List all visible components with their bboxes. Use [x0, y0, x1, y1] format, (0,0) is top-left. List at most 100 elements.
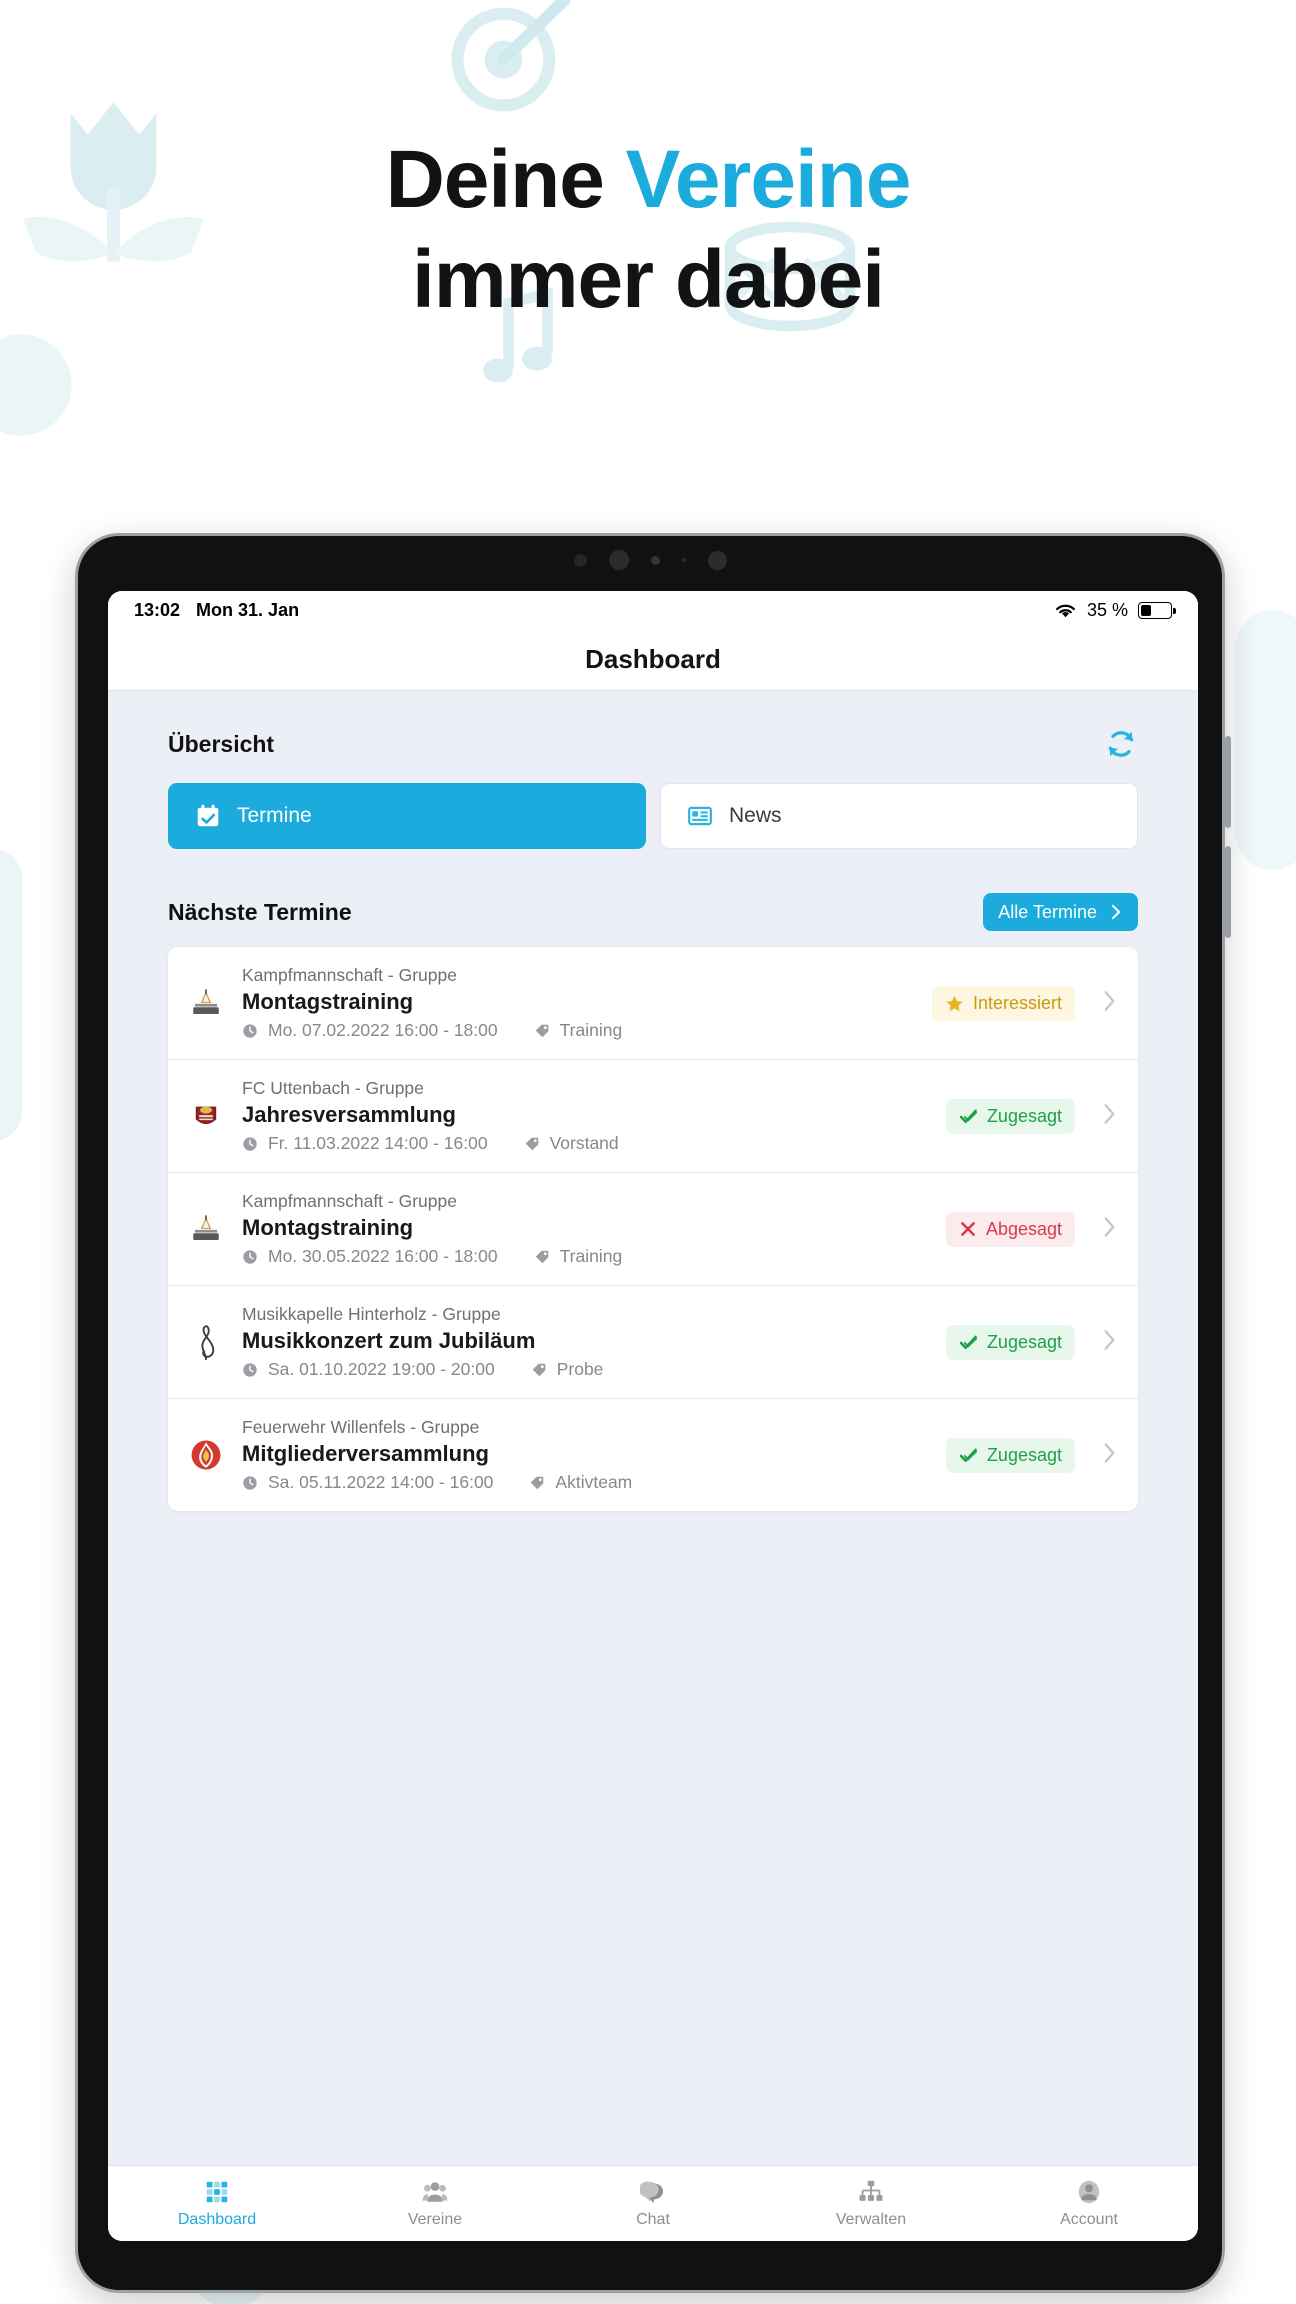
volume-down-button[interactable]	[1225, 846, 1231, 938]
tab-news[interactable]: News	[660, 783, 1138, 849]
grid-icon	[206, 2181, 228, 2202]
circle-icon	[1235, 610, 1296, 870]
calendar-icon	[197, 804, 219, 827]
table-row[interactable]: Musikkapelle Hinterholz - Gruppe Musikko…	[168, 1286, 1138, 1399]
check-icon	[959, 1448, 977, 1462]
sensor-dot-icon	[650, 555, 660, 565]
sensor-dot-icon	[573, 553, 587, 567]
wifi-icon	[1056, 604, 1075, 617]
people-icon	[422, 2181, 448, 2202]
clock-icon	[243, 1023, 257, 1038]
tag-icon	[532, 1363, 545, 1376]
event-datetime: Sa. 01.10.2022 19:00 - 20:00	[268, 1359, 495, 1379]
app-bar: Dashboard	[108, 629, 1198, 691]
status-bar: 13:02 Mon 31. Jan 35 %	[108, 591, 1198, 629]
chat-icon	[640, 2181, 663, 2203]
event-details: Kampfmannschaft - Gruppe Montagstraining…	[242, 965, 916, 1041]
chevron-right-icon[interactable]	[1103, 1329, 1116, 1355]
table-row[interactable]: Kampfmannschaft - Gruppe Montagstraining…	[168, 947, 1138, 1060]
tag-icon	[535, 1024, 548, 1037]
table-row[interactable]: Feuerwehr Willenfels - Gruppe Mitglieder…	[168, 1399, 1138, 1511]
hero-line-1-accent: Vereine	[625, 134, 912, 225]
event-tag: Training	[559, 1020, 623, 1040]
all-appointments-label: Alle Termine	[998, 901, 1097, 922]
status-badge[interactable]: Zugesagt	[945, 1098, 1075, 1134]
overview-header: Übersicht	[168, 727, 1138, 761]
status-label: Interessiert	[972, 992, 1062, 1013]
event-tag: Aktivteam	[555, 1472, 633, 1492]
hero-line-2: immer dabei	[411, 234, 885, 326]
nav-label: Account	[1060, 2210, 1118, 2228]
refresh-icon[interactable]	[1104, 727, 1138, 761]
chevron-right-icon[interactable]	[1103, 1216, 1116, 1242]
bottom-navigation: Dashboard Vereine Chat Verwalten Account	[108, 2165, 1198, 2241]
tab-termine[interactable]: Termine	[168, 783, 646, 849]
event-tag: Vorstand	[549, 1133, 619, 1153]
table-row[interactable]: Kampfmannschaft - Gruppe Montagstraining…	[168, 1173, 1138, 1286]
all-appointments-button[interactable]: Alle Termine	[983, 893, 1138, 931]
clock-icon	[243, 1249, 257, 1264]
cross-icon	[961, 1222, 975, 1236]
chevron-right-icon[interactable]	[1103, 1442, 1116, 1468]
next-appointments-header: Nächste Termine Alle Termine	[168, 893, 1138, 931]
event-list: Kampfmannschaft - Gruppe Montagstraining…	[168, 947, 1138, 1511]
tag-icon	[525, 1137, 538, 1150]
status-time: 13:02	[134, 599, 181, 620]
event-details: Musikkapelle Hinterholz - Gruppe Musikko…	[242, 1304, 930, 1380]
tab-news-label: News	[729, 804, 782, 827]
promo-page: Deine Vereine immer dabei 13:02 Mon 31. …	[0, 0, 1296, 2304]
tag-icon	[531, 1476, 544, 1489]
hero-line-1: Deine Vereine	[0, 130, 1296, 230]
camera-lens-icon	[707, 550, 727, 570]
tablet-camera-row	[78, 550, 1222, 570]
circle-icon	[0, 849, 23, 1141]
nav-item-verwalten[interactable]: Verwalten	[762, 2166, 980, 2241]
fire-flame-icon	[186, 1435, 226, 1475]
event-group: FC Uttenbach - Gruppe	[242, 1078, 424, 1098]
status-indicators: 35 %	[1054, 599, 1176, 621]
nav-item-account[interactable]: Account	[980, 2166, 1198, 2241]
status-label: Zugesagt	[986, 1105, 1062, 1126]
nav-item-vereine[interactable]: Vereine	[326, 2166, 544, 2241]
status-label: Abgesagt	[985, 1218, 1062, 1239]
event-title: Montagstraining	[242, 1215, 414, 1240]
status-badge[interactable]: Interessiert	[931, 985, 1075, 1021]
circle-icon	[0, 334, 72, 436]
table-row[interactable]: FC Uttenbach - Gruppe Jahresversammlung …	[168, 1060, 1138, 1173]
event-title: Jahresversammlung	[242, 1102, 456, 1127]
overview-title: Übersicht	[168, 730, 275, 757]
dashboard-content: Übersicht Termine News Nächste Termine A…	[108, 691, 1198, 2165]
football-crest-icon	[186, 1096, 226, 1136]
chevron-right-icon[interactable]	[1103, 990, 1116, 1016]
event-details: Feuerwehr Willenfels - Gruppe Mitglieder…	[242, 1417, 930, 1493]
nav-label: Chat	[636, 2210, 670, 2228]
event-datetime: Fr. 11.03.2022 14:00 - 16:00	[268, 1133, 488, 1153]
nav-label: Vereine	[407, 2210, 463, 2228]
nav-item-dashboard[interactable]: Dashboard	[108, 2166, 326, 2241]
hero-line-1-pre: Deine	[385, 134, 626, 225]
chevron-right-icon[interactable]	[1103, 1103, 1116, 1129]
clock-icon	[243, 1475, 257, 1490]
battery-percent: 35 %	[1086, 599, 1128, 620]
sensor-dot-icon	[681, 558, 686, 562]
star-icon	[946, 995, 963, 1011]
event-group: Musikkapelle Hinterholz - Gruppe	[242, 1304, 501, 1324]
event-meta: Sa. 01.10.2022 19:00 - 20:00 Probe	[242, 1359, 930, 1380]
nav-label: Dashboard	[177, 2210, 257, 2228]
status-label: Zugesagt	[986, 1444, 1062, 1465]
account-icon	[1078, 2180, 1100, 2203]
club-crest-icon	[186, 983, 226, 1023]
event-meta: Mo. 30.05.2022 16:00 - 18:00 Training	[242, 1246, 930, 1267]
event-details: FC Uttenbach - Gruppe Jahresversammlung …	[242, 1078, 930, 1154]
volume-up-button[interactable]	[1225, 736, 1231, 828]
nav-item-chat[interactable]: Chat	[544, 2166, 762, 2241]
camera-lens-icon	[608, 550, 629, 570]
next-appointments-title: Nächste Termine	[168, 898, 352, 925]
check-icon	[959, 1335, 977, 1349]
status-badge[interactable]: Zugesagt	[945, 1324, 1075, 1360]
status-badge[interactable]: Abgesagt	[945, 1211, 1075, 1247]
battery-icon	[1138, 601, 1176, 619]
status-badge[interactable]: Zugesagt	[945, 1437, 1075, 1473]
event-datetime: Mo. 30.05.2022 16:00 - 18:00	[268, 1246, 498, 1266]
event-meta: Mo. 07.02.2022 16:00 - 18:00 Training	[242, 1020, 916, 1041]
